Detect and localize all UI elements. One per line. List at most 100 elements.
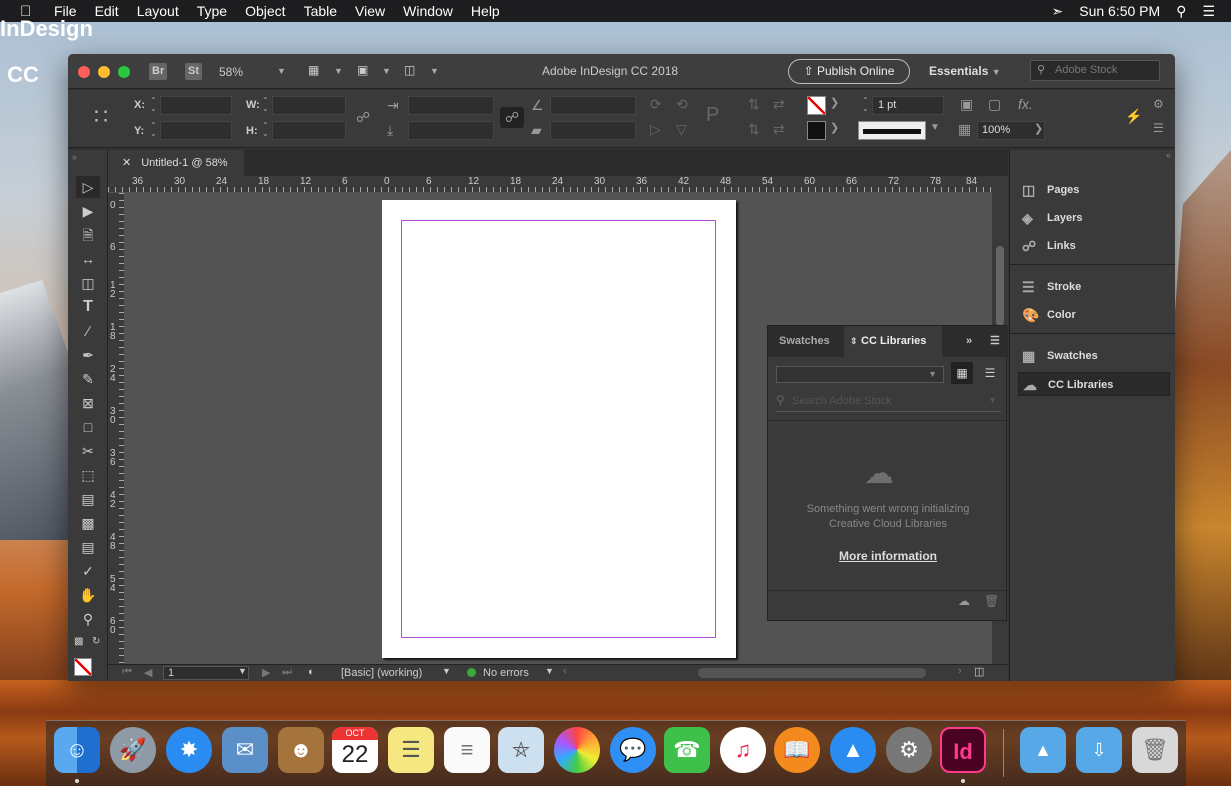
rectangle-tool-icon[interactable]: □ xyxy=(76,416,100,438)
stock-search-field[interactable]: ⚲ Search Adobe Stock ▼ xyxy=(776,391,1001,412)
contacts-icon[interactable]: ☻ xyxy=(278,727,324,773)
rotation-field[interactable] xyxy=(550,96,636,115)
effects-fx-icon[interactable]: fx. xyxy=(1018,96,1033,112)
panel-color[interactable]: 🎨 Color xyxy=(1018,303,1170,327)
scroll-thumb[interactable] xyxy=(996,246,1004,326)
gradient-feather-tool-icon[interactable]: ▩ xyxy=(76,512,100,534)
more-information-link[interactable]: More information xyxy=(788,549,988,563)
menu-view[interactable]: View xyxy=(355,3,385,19)
stroke-weight-stepper-icon[interactable]: ⌃ ⌄ xyxy=(862,97,869,113)
calendar-icon[interactable]: OCT 22 xyxy=(332,727,378,773)
arrange-documents-icon[interactable]: ◫ xyxy=(404,63,415,77)
safari-icon[interactable]: ✸ xyxy=(166,727,212,773)
menu-table[interactable]: Table xyxy=(304,3,337,19)
view-options-chevron-icon[interactable]: ▼ xyxy=(334,66,343,76)
constrain-proportions-icon[interactable]: ☍ xyxy=(356,109,370,126)
pencil-tool-icon[interactable]: ✎ xyxy=(76,368,100,390)
previous-page-icon[interactable]: ◀ xyxy=(144,666,152,679)
x-stepper-icon[interactable]: ⌃ ⌄ xyxy=(150,97,157,113)
stroke-type-chevron-icon[interactable]: ▼ xyxy=(930,122,940,133)
control-settings-gear-icon[interactable]: ⚙ xyxy=(1153,97,1164,111)
stroke-weight-field[interactable]: 1 pt xyxy=(872,96,944,115)
y-stepper-icon[interactable]: ⌃ ⌄ xyxy=(150,122,157,138)
indesign-icon[interactable]: Id xyxy=(940,727,986,773)
last-page-icon[interactable]: ⏭ xyxy=(282,666,292,679)
notes-icon[interactable]: ☰ xyxy=(388,727,434,773)
menu-edit[interactable]: Edit xyxy=(95,3,119,19)
select-next-icon[interactable]: ⇄ xyxy=(773,121,785,138)
preflight-status[interactable]: No errors xyxy=(483,667,529,679)
itunes-icon[interactable]: ♫ xyxy=(720,727,766,773)
h-field[interactable] xyxy=(272,121,346,140)
zoom-window-button[interactable] xyxy=(118,66,130,78)
opacity-chevron-icon[interactable]: ❯ xyxy=(1034,122,1043,135)
zoom-chevron-icon[interactable]: ▼ xyxy=(277,66,286,76)
menu-object[interactable]: Object xyxy=(245,3,285,19)
fill-stroke-proxy[interactable] xyxy=(74,658,92,676)
free-transform-tool-icon[interactable]: ⬚ xyxy=(76,464,100,486)
bridge-button[interactable]: Br xyxy=(149,63,168,80)
w-field[interactable] xyxy=(272,96,346,115)
page-number-field[interactable]: 1 xyxy=(163,666,249,680)
default-colors-icon[interactable]: ▩ xyxy=(74,636,83,647)
stroke-type-dropdown[interactable] xyxy=(858,121,926,140)
menu-help[interactable]: Help xyxy=(471,3,500,19)
flip-vertical-icon[interactable]: ▽ xyxy=(676,121,687,138)
menu-layout[interactable]: Layout xyxy=(137,3,179,19)
auto-fit-icon[interactable]: ▣ xyxy=(960,96,973,113)
h-stepper-icon[interactable]: ⌃ ⌄ xyxy=(262,122,269,138)
facetime-icon[interactable]: ☎ xyxy=(664,727,710,773)
collapse-panel-icon[interactable]: » xyxy=(966,326,972,357)
type-tool-icon[interactable]: T xyxy=(76,296,100,318)
view-options-icon[interactable]: ▦ xyxy=(308,63,319,77)
adobe-stock-search[interactable]: ⚲ Adobe Stock xyxy=(1030,60,1160,81)
menubar-clock[interactable]: Sun 6:50 PM xyxy=(1079,3,1160,19)
zoom-tool-icon[interactable]: ⚲ xyxy=(76,608,100,630)
panel-layers[interactable]: ◈ Layers xyxy=(1018,206,1170,230)
panel-links[interactable]: ☍ Links xyxy=(1018,234,1170,258)
gap-tool-icon[interactable]: ↔ xyxy=(76,248,100,270)
fill-menu-chevron-icon[interactable]: ❯ xyxy=(830,96,839,109)
drop-shadow-icon[interactable]: ▢ xyxy=(988,96,1001,113)
panel-menu-icon[interactable]: ☰ xyxy=(990,326,1000,357)
close-window-button[interactable] xyxy=(78,66,90,78)
tab-swatches[interactable]: Swatches xyxy=(779,326,830,357)
style-status[interactable]: [Basic] (working) xyxy=(341,667,422,679)
sync-libraries-icon[interactable]: ☁ xyxy=(958,594,970,608)
y-field[interactable] xyxy=(160,121,232,140)
split-window-icon[interactable]: ◫ xyxy=(974,665,984,678)
tab-cc-libraries[interactable]: ⇕ CC Libraries xyxy=(844,326,942,357)
scroll-left-icon[interactable]: ‹ xyxy=(563,665,567,677)
page-number-chevron-icon[interactable]: ▼ xyxy=(238,666,247,676)
style-chevron-icon[interactable]: ▼ xyxy=(442,666,451,676)
arrange-chevron-icon[interactable]: ▼ xyxy=(430,66,439,76)
reference-point-icon[interactable]: ∷ xyxy=(94,104,108,130)
next-page-icon[interactable]: ▶ xyxy=(262,666,270,679)
collapse-tools-icon[interactable]: » xyxy=(72,152,77,162)
panel-swatches[interactable]: ▦ Swatches xyxy=(1018,344,1170,368)
line-tool-icon[interactable]: ∕ xyxy=(76,320,100,342)
shear-field[interactable] xyxy=(550,121,636,140)
quick-apply-icon[interactable]: ⚡ xyxy=(1125,108,1142,125)
maps-icon[interactable]: ⛤ xyxy=(498,727,544,773)
menu-app-name[interactable]: InDesign CC xyxy=(0,6,93,87)
grid-view-icon[interactable]: ▦ xyxy=(951,362,973,384)
link-scale-icon[interactable]: ☍ xyxy=(500,107,525,128)
trash-icon[interactable]: 🗑 xyxy=(984,594,999,608)
minimize-window-button[interactable] xyxy=(98,66,110,78)
publish-online-button[interactable]: ⇧ Publish Online xyxy=(788,59,910,84)
document-tab[interactable]: ✕ Untitled-1 @ 58% xyxy=(108,150,244,176)
cast-icon[interactable]: ➣ xyxy=(1052,3,1064,20)
mail-icon[interactable]: ✉ xyxy=(222,727,268,773)
photos-icon[interactable] xyxy=(554,727,600,773)
gradient-swatch-tool-icon[interactable]: ▤ xyxy=(76,488,100,510)
screen-mode-icon[interactable]: ▣ xyxy=(357,63,368,77)
app-store-icon[interactable]: ▲ xyxy=(830,727,876,773)
note-tool-icon[interactable]: ▤ xyxy=(76,536,100,558)
rotate-cw-icon[interactable]: ⟳ xyxy=(650,96,662,113)
direct-selection-tool-icon[interactable]: ▶ xyxy=(76,200,100,222)
notification-center-icon[interactable]: ☰ xyxy=(1202,3,1215,20)
launchpad-icon[interactable]: 🚀 xyxy=(110,727,156,773)
reminders-icon[interactable]: ≡ xyxy=(444,727,490,773)
hand-tool-icon[interactable]: ✋ xyxy=(76,584,100,606)
